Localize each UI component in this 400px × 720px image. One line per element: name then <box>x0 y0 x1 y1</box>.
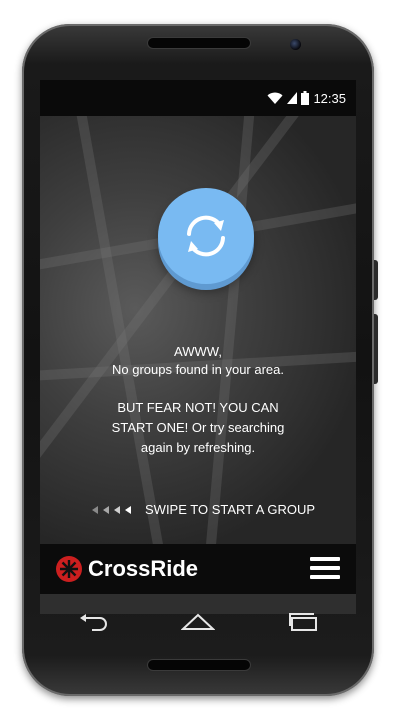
phone-frame: 12:35 AWWW, No groups found in your area… <box>22 24 378 696</box>
home-button[interactable] <box>173 605 223 639</box>
status-time: 12:35 <box>313 90 346 106</box>
brand-name: CrossRide <box>88 556 199 581</box>
background-map-lines <box>40 116 356 544</box>
empty-title: AWWW, <box>174 344 222 359</box>
recent-apps-button[interactable] <box>278 605 328 639</box>
top-speaker <box>148 38 250 48</box>
brand: CrossRide <box>56 556 198 582</box>
status-bar: 12:35 <box>40 80 356 116</box>
empty-subtitle: No groups found in your area. <box>112 362 284 377</box>
swipe-arrows-icon <box>92 505 131 514</box>
battery-icon <box>301 91 310 105</box>
back-button[interactable] <box>68 605 118 639</box>
front-camera <box>290 39 301 50</box>
refresh-icon <box>187 215 225 257</box>
swipe-to-start-group[interactable]: SWIPE TO START A GROUP <box>92 502 315 517</box>
home-icon <box>180 613 215 630</box>
screen: 12:35 AWWW, No groups found in your area… <box>40 80 356 614</box>
empty-cta-line1: BUT FEAR NOT! YOU CAN <box>117 400 279 415</box>
android-nav-bar <box>40 594 356 650</box>
swipe-hint-label: SWIPE TO START A GROUP <box>145 502 316 517</box>
back-icon <box>79 614 107 631</box>
power-button <box>374 314 378 384</box>
empty-state-panel: AWWW, No groups found in your area. BUT … <box>40 116 356 544</box>
refresh-button[interactable] <box>158 188 254 284</box>
volume-button <box>374 260 378 300</box>
bottom-speaker <box>148 660 250 670</box>
crossride-logo-icon <box>56 556 82 582</box>
app-bottom-bar: CrossRide <box>40 544 356 594</box>
hamburger-menu-icon[interactable] <box>310 557 340 579</box>
wifi-icon <box>267 92 283 104</box>
empty-cta-line2: START ONE! Or try searching <box>111 420 285 435</box>
cell-signal-icon <box>287 92 298 104</box>
recent-apps-icon <box>289 613 318 631</box>
empty-cta-line3: again by refreshing. <box>140 440 256 455</box>
